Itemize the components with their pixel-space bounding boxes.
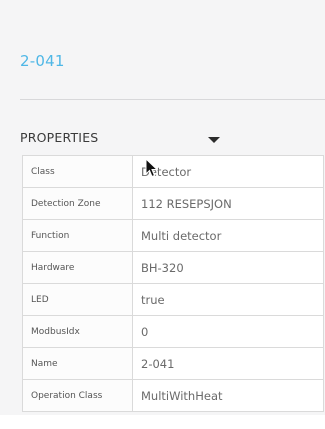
property-key: ModbusIdx <box>22 315 133 348</box>
property-value: MultiWithHeat <box>132 379 324 412</box>
property-key: Detection Zone <box>22 187 133 220</box>
table-row: Hardware BH-320 <box>22 251 324 284</box>
table-row: Operation Class MultiWithHeat <box>22 379 324 412</box>
properties-label: PROPERTIES <box>20 130 99 145</box>
table-row: ModbusIdx 0 <box>22 315 324 348</box>
table-row: Class Detector <box>22 155 324 188</box>
property-key: Name <box>22 347 133 380</box>
caret-down-icon[interactable] <box>206 134 222 146</box>
properties-table: Class Detector Detection Zone 112 RESEPS… <box>22 155 324 412</box>
properties-panel: 2-041 PROPERTIES Class Detector Detectio… <box>0 0 325 415</box>
property-value: Multi detector <box>132 219 324 252</box>
property-value: 112 RESEPSJON <box>132 187 324 220</box>
property-value: BH-320 <box>132 251 324 284</box>
property-value: 0 <box>132 315 324 348</box>
table-row: LED true <box>22 283 324 316</box>
property-key: LED <box>22 283 133 316</box>
table-row: Function Multi detector <box>22 219 324 252</box>
object-title: 2-041 <box>20 52 65 70</box>
property-key: Class <box>22 155 133 188</box>
table-row: Detection Zone 112 RESEPSJON <box>22 187 324 220</box>
property-key: Function <box>22 219 133 252</box>
properties-header: PROPERTIES <box>20 130 325 152</box>
property-value: 2-041 <box>132 347 324 380</box>
property-key: Hardware <box>22 251 133 284</box>
property-value: Detector <box>132 155 324 188</box>
property-value: true <box>132 283 324 316</box>
divider <box>20 99 325 100</box>
table-row: Name 2-041 <box>22 347 324 380</box>
property-key: Operation Class <box>22 379 133 412</box>
